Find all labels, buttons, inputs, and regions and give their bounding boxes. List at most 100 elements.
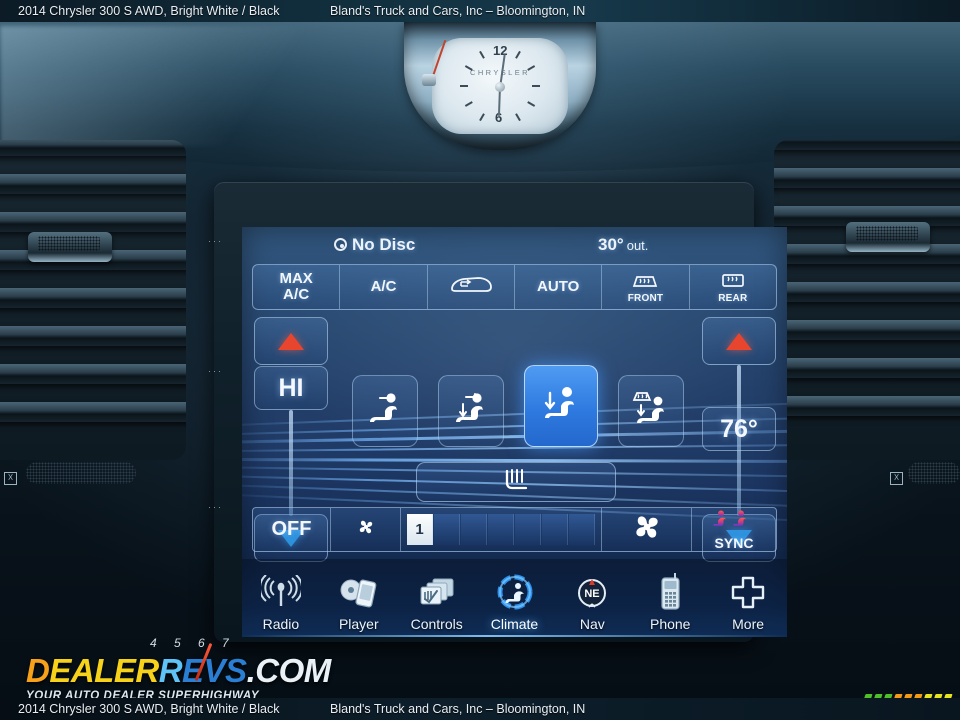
compass-ne-icon: NE — [573, 571, 611, 615]
recirculate-button[interactable] — [428, 265, 515, 309]
clock-tick — [532, 85, 540, 87]
heated-seat-icon — [498, 467, 534, 498]
watermark-dealer: EALER — [49, 652, 159, 689]
airflow-floor-defrost-button[interactable] — [618, 375, 684, 447]
front-defrost-icon — [629, 270, 661, 294]
svg-text:NE: NE — [585, 588, 600, 600]
passenger-temp-up-button[interactable] — [702, 317, 776, 365]
seat-face-vent-icon — [362, 388, 408, 435]
front-defrost-label: FRONT — [627, 292, 664, 304]
fan-speed-segment[interactable] — [515, 514, 541, 545]
rear-defrost-button[interactable]: REAR — [690, 265, 776, 309]
outside-temp-value: 30° — [598, 235, 624, 254]
nav-item-controls[interactable]: Controls — [398, 559, 476, 637]
nav-underline — [242, 635, 787, 637]
vent-adjust-tab-right[interactable] — [846, 222, 930, 252]
speaker-grille-left — [26, 462, 136, 484]
nav-label-player: Player — [338, 616, 379, 632]
sync-button[interactable]: SYNC — [692, 508, 776, 551]
clock-tick — [464, 101, 473, 107]
airflow-floor-button[interactable] — [524, 365, 598, 447]
clock-tick — [479, 50, 485, 59]
fan-speed-segment[interactable] — [407, 514, 433, 545]
sync-seats-icon — [712, 509, 756, 534]
screen-navigation-bar: Radio Player Controls Climate NE Nav Pho… — [242, 559, 787, 637]
fan-control-strip: OFF 1 SYNC — [252, 507, 777, 552]
airflow-face-floor-button[interactable] — [438, 375, 504, 447]
nav-item-nav[interactable]: NE Nav — [553, 559, 631, 637]
watermark-dotcom: .COM — [246, 652, 332, 689]
fan-speed-segment[interactable] — [488, 514, 514, 545]
ac-label: A/C — [370, 278, 397, 296]
fan-speed-segment[interactable] — [434, 514, 460, 545]
recirculate-car-icon — [448, 273, 494, 301]
nav-item-phone[interactable]: Phone — [631, 559, 709, 637]
disc-icon — [334, 238, 347, 251]
rear-defrost-icon — [718, 270, 748, 294]
clock-tick — [460, 85, 468, 87]
nav-item-radio[interactable]: Radio — [242, 559, 320, 637]
climate-mode-row: MAX A/C A/C AUTO FRONT REAR — [252, 264, 777, 310]
heated-seat-button[interactable] — [416, 462, 616, 502]
nav-label-controls: Controls — [410, 616, 463, 632]
fan-off-button[interactable]: OFF — [253, 508, 331, 551]
clock-adjust-knob[interactable] — [422, 74, 436, 86]
nav-item-climate[interactable]: Climate — [476, 559, 554, 637]
nav-label-climate: Climate — [490, 616, 539, 632]
screenshot-root: 2014 Chrysler 300 S AWD, Bright White / … — [0, 0, 960, 720]
fan-large-icon — [630, 510, 664, 549]
watermark-gauge-numbers: 4 5 6 7 — [150, 636, 236, 650]
auto-button[interactable]: AUTO — [515, 265, 603, 309]
triangle-up-icon — [726, 332, 752, 350]
fan-speed-slider[interactable] — [401, 508, 602, 551]
watermark-tagline: YOUR AUTO DEALER SUPERHIGHWAY — [26, 690, 260, 698]
driver-temp-value: HI — [254, 366, 328, 410]
nav-item-player[interactable]: Player — [320, 559, 398, 637]
ac-button[interactable]: A/C — [340, 265, 428, 309]
vehicle-title-bottom: 2014 Chrysler 300 S AWD, Bright White / … — [18, 702, 280, 716]
dashboard-photo: CHRYSLER 12 6 ☓ ☓ ․․․ ․․․ ․․․ No Disc 30… — [0, 22, 960, 698]
fan-small-icon — [355, 516, 377, 543]
passenger-temp-value: 76° — [702, 407, 776, 451]
fan-speed-segment[interactable] — [461, 514, 487, 545]
watermark-r: R — [158, 652, 183, 689]
temperature-track-left — [289, 410, 293, 516]
seat-floor-vent-icon — [536, 381, 586, 432]
caption-bar-bottom: 2014 Chrysler 300 S AWD, Bright White / … — [0, 698, 960, 720]
nav-label-nav: Nav — [579, 616, 605, 632]
driver-temp-up-button[interactable] — [254, 317, 328, 365]
watermark-revs: EVS — [182, 652, 247, 689]
rear-defrost-label: REAR — [718, 292, 748, 304]
max-ac-label-1: MAX — [279, 270, 313, 288]
seat-face-floor-vent-icon — [448, 388, 494, 435]
airflow-face-button[interactable] — [352, 375, 418, 447]
seat-floor-defrost-icon — [627, 388, 675, 435]
disc-status-label: No Disc — [352, 235, 416, 254]
air-vent-left[interactable] — [0, 140, 186, 460]
fan-increase-button[interactable] — [602, 508, 692, 551]
fan-decrease-button[interactable] — [331, 508, 401, 551]
front-defrost-button[interactable]: FRONT — [602, 265, 690, 309]
speaker-grille-marker-right: ☓ — [890, 472, 903, 485]
uconnect-touchscreen[interactable]: No Disc 30° out. MAX A/C A/C AUTO FRONT … — [242, 227, 787, 637]
vehicle-title: 2014 Chrysler 300 S AWD, Bright White / … — [18, 4, 280, 18]
air-vent-right[interactable] — [774, 140, 960, 460]
vent-adjust-tab-left[interactable] — [28, 232, 112, 262]
speaker-grille-marker-left: ☓ — [4, 472, 17, 485]
disc-status: No Disc — [334, 235, 415, 255]
clock-tick — [515, 113, 521, 122]
dealer-name-bottom: Bland's Truck and Cars, Inc – Bloomingto… — [330, 702, 586, 716]
clock-hub — [495, 82, 505, 92]
fan-speed-segment[interactable] — [542, 514, 568, 545]
disc-phone-icon — [338, 571, 380, 615]
clock-tick — [515, 50, 521, 59]
outside-temperature: 30° out. — [598, 235, 648, 255]
analog-clock: CHRYSLER 12 6 — [432, 38, 568, 134]
fan-speed-segments — [407, 514, 595, 545]
max-ac-label-2: A/C — [282, 286, 310, 303]
max-ac-button[interactable]: MAX A/C — [253, 265, 341, 309]
nav-item-more[interactable]: More — [709, 559, 787, 637]
screen-status-row: No Disc 30° out. — [242, 233, 787, 261]
climate-seat-icon — [493, 571, 537, 615]
fan-speed-segment[interactable] — [569, 514, 595, 545]
